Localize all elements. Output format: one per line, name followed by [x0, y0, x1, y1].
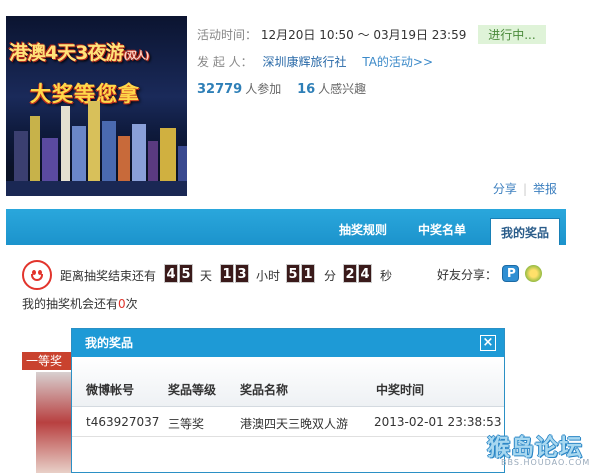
organizer-link[interactable]: 深圳康辉旅行社	[262, 55, 346, 69]
ta-activities-link[interactable]: TA的活动>>	[362, 55, 433, 69]
share-platform-icon[interactable]	[525, 265, 542, 282]
interested-label: 人感兴趣	[318, 82, 367, 96]
smiley-icon	[22, 260, 52, 290]
countdown-digit: 5	[286, 264, 300, 283]
chances-suffix: 次	[125, 297, 138, 311]
second-unit: 秒	[380, 269, 393, 283]
organizer-row: 发 起 人： 深圳康辉旅行社 TA的活动>>	[197, 53, 433, 70]
chances-prefix: 我的抽奖机会还有	[22, 297, 119, 311]
countdown-digit: 4	[164, 264, 178, 283]
dialog-title: 我的奖品	[85, 336, 134, 350]
lottery-chances: 我的抽奖机会还有0次	[22, 295, 138, 312]
countdown-digit: 3	[235, 264, 249, 283]
close-icon[interactable]: ×	[480, 335, 496, 351]
day-unit: 天	[200, 269, 213, 283]
hour-unit: 小时	[256, 269, 281, 283]
interested-count: 16	[297, 82, 316, 97]
column-header: 中奖时间	[376, 383, 425, 397]
dialog-header: 我的奖品 ×	[72, 329, 504, 357]
countdown-digit: 1	[220, 264, 234, 283]
activity-time-label: 活动时间：	[197, 28, 258, 42]
participants-label: 人参加	[245, 82, 282, 96]
countdown-digit: 5	[179, 264, 193, 283]
cell-time: 2013-02-01 23:38:53	[374, 415, 502, 429]
countdown-digit: 4	[358, 264, 372, 283]
watermark-logo: 猴岛论坛 BBS.HOUDAO.COM	[487, 428, 594, 473]
share-link[interactable]: 分享	[493, 182, 517, 196]
participants-count: 32779	[197, 82, 243, 97]
countdown-digit: 2	[343, 264, 357, 283]
tab-winners-list[interactable]: 中奖名单	[418, 221, 466, 238]
table-header: 微博帐号 奖品等级 奖品名称 中奖时间	[72, 357, 504, 407]
tab-lottery-rules[interactable]: 抽奖规则	[339, 221, 387, 238]
tab-my-prizes[interactable]: 我的奖品	[490, 218, 561, 245]
table-row: t463927037 三等奖 港澳四天三晚双人游 2013-02-01 23:3…	[72, 407, 504, 437]
activity-time-value: 12月20日 10:50 ～ 03月19日 23:59	[260, 28, 467, 42]
friend-share-label: 好友分享：	[437, 268, 498, 282]
countdown-digit: 1	[301, 264, 315, 283]
prize-level-tag: 一等奖	[22, 352, 72, 370]
organizer-label: 发 起 人：	[197, 55, 253, 69]
column-header: 奖品等级	[168, 383, 217, 397]
countdown-prefix: 距离抽奖结束还有	[60, 269, 157, 283]
report-link[interactable]: 举报	[533, 182, 557, 196]
activity-time-row: 活动时间： 12月20日 10:50 ～ 03月19日 23:59 进行中...	[197, 25, 546, 44]
activity-poster: 港澳4天3夜游(双人) 大奖等您拿	[6, 16, 187, 196]
poster-title: 港澳4天3夜游(双人)	[9, 42, 150, 64]
skyline-image	[6, 101, 187, 196]
cell-account: t463927037	[86, 415, 160, 429]
minute-unit: 分	[324, 269, 337, 283]
my-prizes-dialog: 我的奖品 × 微博帐号 奖品等级 奖品名称 中奖时间 t463927037 三等…	[71, 328, 505, 473]
prize-image	[36, 372, 72, 473]
watermark-text: 猴岛论坛	[487, 435, 583, 461]
watermark-url: BBS.HOUDAO.COM	[501, 458, 591, 467]
share-platform-icon[interactable]	[502, 265, 519, 282]
chances-count: 0	[118, 297, 126, 311]
cell-level: 三等奖	[168, 417, 205, 431]
status-badge: 进行中...	[478, 25, 546, 44]
column-header: 奖品名称	[240, 383, 289, 397]
tab-bar: 抽奖规则 中奖名单 我的奖品	[6, 209, 566, 245]
column-header: 微博帐号	[86, 383, 135, 397]
stats-row: 32779 人参加 16 人感兴趣	[197, 80, 378, 97]
share-report-bar: 分享 | 举报	[492, 182, 557, 196]
cell-prize: 港澳四天三晚双人游	[240, 417, 349, 431]
